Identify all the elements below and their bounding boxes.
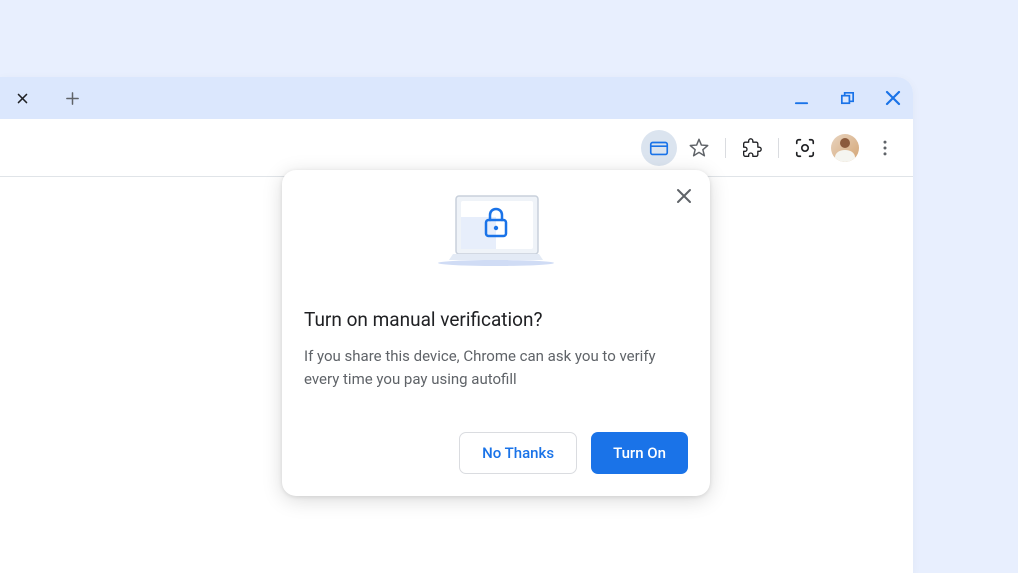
plus-icon [65, 91, 80, 106]
minimize-button[interactable] [787, 84, 815, 112]
credit-card-icon [648, 137, 670, 159]
puzzle-icon [742, 138, 762, 158]
tab-bar [0, 77, 913, 119]
menu-button[interactable] [867, 130, 903, 166]
new-tab-button[interactable] [58, 84, 86, 112]
lens-button[interactable] [787, 130, 823, 166]
laptop-lock-icon [421, 192, 571, 280]
extensions-button[interactable] [734, 130, 770, 166]
popup-title: Turn on manual verification? [304, 308, 688, 331]
address-bar-actions [641, 130, 717, 166]
profile-avatar[interactable] [827, 130, 863, 166]
restore-button[interactable] [833, 84, 861, 112]
restore-icon [839, 90, 856, 107]
lens-icon [794, 137, 816, 159]
close-window-button[interactable] [879, 84, 907, 112]
more-vert-icon [875, 138, 895, 158]
popup-body: If you share this device, Chrome can ask… [304, 345, 688, 392]
no-thanks-button[interactable]: No Thanks [459, 432, 577, 474]
toolbar-divider [778, 138, 779, 158]
bookmark-button[interactable] [681, 130, 717, 166]
close-icon [885, 90, 901, 106]
toolbar-divider [725, 138, 726, 158]
star-icon [688, 137, 710, 159]
minimize-icon [794, 91, 809, 106]
close-icon [16, 92, 29, 105]
turn-on-button[interactable]: Turn On [591, 432, 688, 474]
toolbar [0, 119, 913, 177]
popup-buttons: No Thanks Turn On [304, 432, 688, 474]
close-tab-button[interactable] [8, 84, 36, 112]
avatar [831, 134, 859, 162]
window-controls [787, 77, 907, 119]
verification-popup: Turn on manual verification? If you shar… [282, 170, 710, 496]
popup-illustration [304, 192, 688, 280]
close-icon [676, 188, 692, 204]
payment-method-button[interactable] [641, 130, 677, 166]
popup-close-button[interactable] [670, 182, 698, 210]
tab-region [8, 84, 86, 112]
